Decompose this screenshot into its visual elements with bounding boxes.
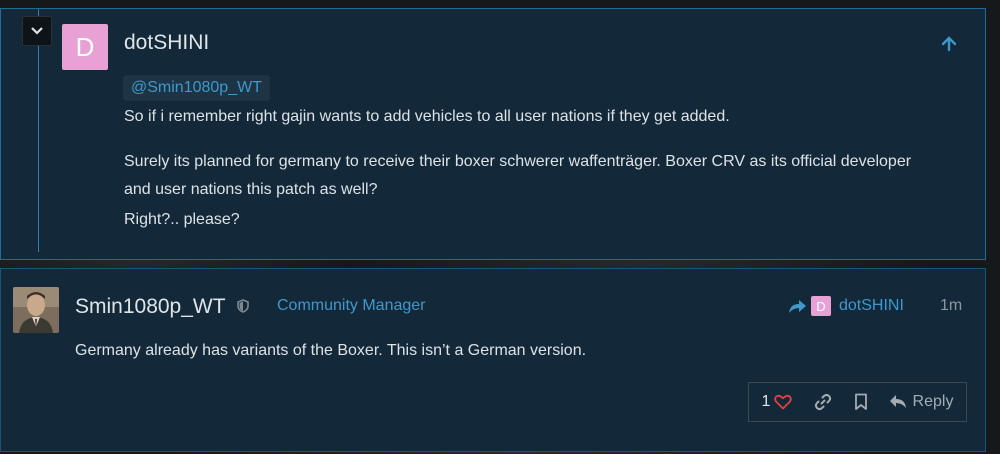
mention-link[interactable]: @Smin1080p_WT [123, 75, 270, 101]
bookmark-button[interactable] [841, 393, 881, 411]
role-label: Community Manager [277, 297, 426, 314]
post-timestamp[interactable]: 1m [940, 297, 962, 315]
quoted-paragraph: So if i remember right gajin wants to ad… [124, 108, 730, 125]
avatar[interactable]: D [62, 24, 108, 70]
avatar-letter: D [816, 298, 826, 314]
mention-text: @Smin1080p_WT [131, 79, 262, 96]
quoted-username[interactable]: dotSHINI [124, 31, 209, 55]
like-button[interactable]: 1 [749, 393, 805, 411]
arrow-up-icon[interactable] [940, 35, 958, 53]
bookmark-icon [855, 393, 867, 410]
reply-to-avatar: D [811, 296, 831, 316]
reply-body: Germany already has variants of the Boxe… [75, 342, 587, 359]
reply-to-username: dotSHINI [839, 297, 904, 314]
post-actions: 1 Reply [748, 382, 967, 422]
share-arrow-icon [789, 300, 806, 313]
quoted-paragraph: Right?.. please? [124, 211, 240, 228]
shield-icon [237, 299, 249, 313]
role-badge[interactable]: Community Manager [275, 295, 428, 317]
chevron-down-icon [31, 27, 43, 35]
avatar[interactable] [13, 287, 59, 333]
reply-label: Reply [912, 393, 954, 410]
like-count: 1 [761, 393, 771, 410]
reply-button[interactable]: Reply [881, 393, 961, 411]
collapse-button[interactable] [22, 16, 52, 46]
avatar-letter: D [75, 31, 95, 62]
reply-icon [889, 395, 906, 408]
copy-link-button[interactable] [805, 393, 841, 411]
link-icon [814, 393, 832, 411]
reply-to-link[interactable]: D dotSHINI [788, 294, 904, 318]
quoted-paragraph: Surely its planned for germany to receiv… [124, 153, 912, 170]
heart-icon [774, 394, 793, 410]
user-photo [13, 287, 59, 333]
reply-username[interactable]: Smin1080p_WT [75, 295, 226, 319]
quoted-paragraph: and user nations this patch as well? [124, 181, 378, 198]
